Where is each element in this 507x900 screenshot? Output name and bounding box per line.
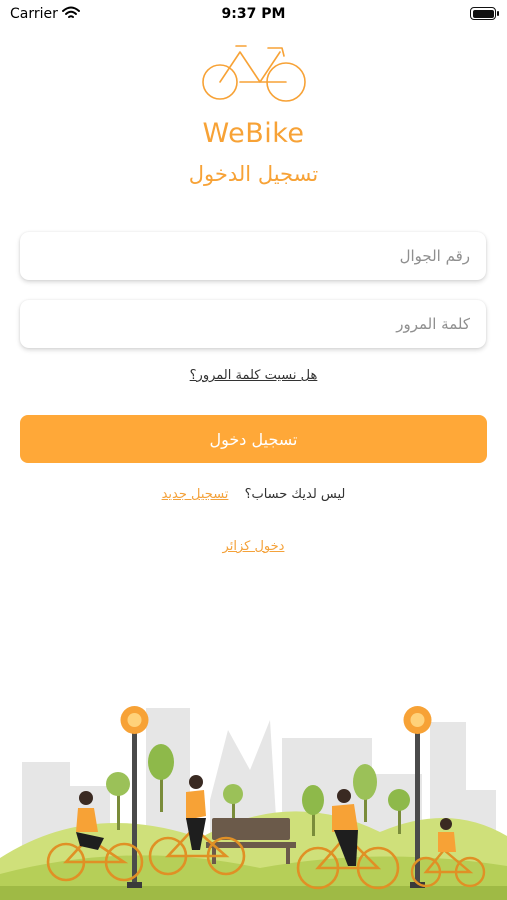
bicycle-logo-icon: [202, 45, 306, 102]
status-bar: Carrier 9:37 PM: [0, 0, 507, 30]
password-input[interactable]: [20, 300, 486, 348]
guest-login-link[interactable]: دخول كزائر: [0, 539, 507, 554]
forgot-password-link[interactable]: هل نسيت كلمة المرور؟: [0, 368, 507, 383]
login-button[interactable]: تسجيل دخول: [20, 415, 487, 463]
park-cyclists-illustration: [0, 706, 507, 900]
signup-link[interactable]: تسجيل جديد: [162, 487, 229, 502]
phone-field[interactable]: [20, 232, 486, 280]
phone-input[interactable]: [20, 232, 486, 280]
clock: 9:37 PM: [221, 6, 286, 22]
password-field[interactable]: [20, 300, 486, 348]
no-account-text: ليس لديك حساب؟: [244, 487, 346, 502]
signup-row: ليس لديك حساب؟ تسجيل جديد: [0, 487, 507, 502]
brand-name: WeBike: [202, 118, 305, 149]
page-title: تسجيل الدخول: [188, 162, 319, 186]
battery-icon: [470, 7, 499, 20]
